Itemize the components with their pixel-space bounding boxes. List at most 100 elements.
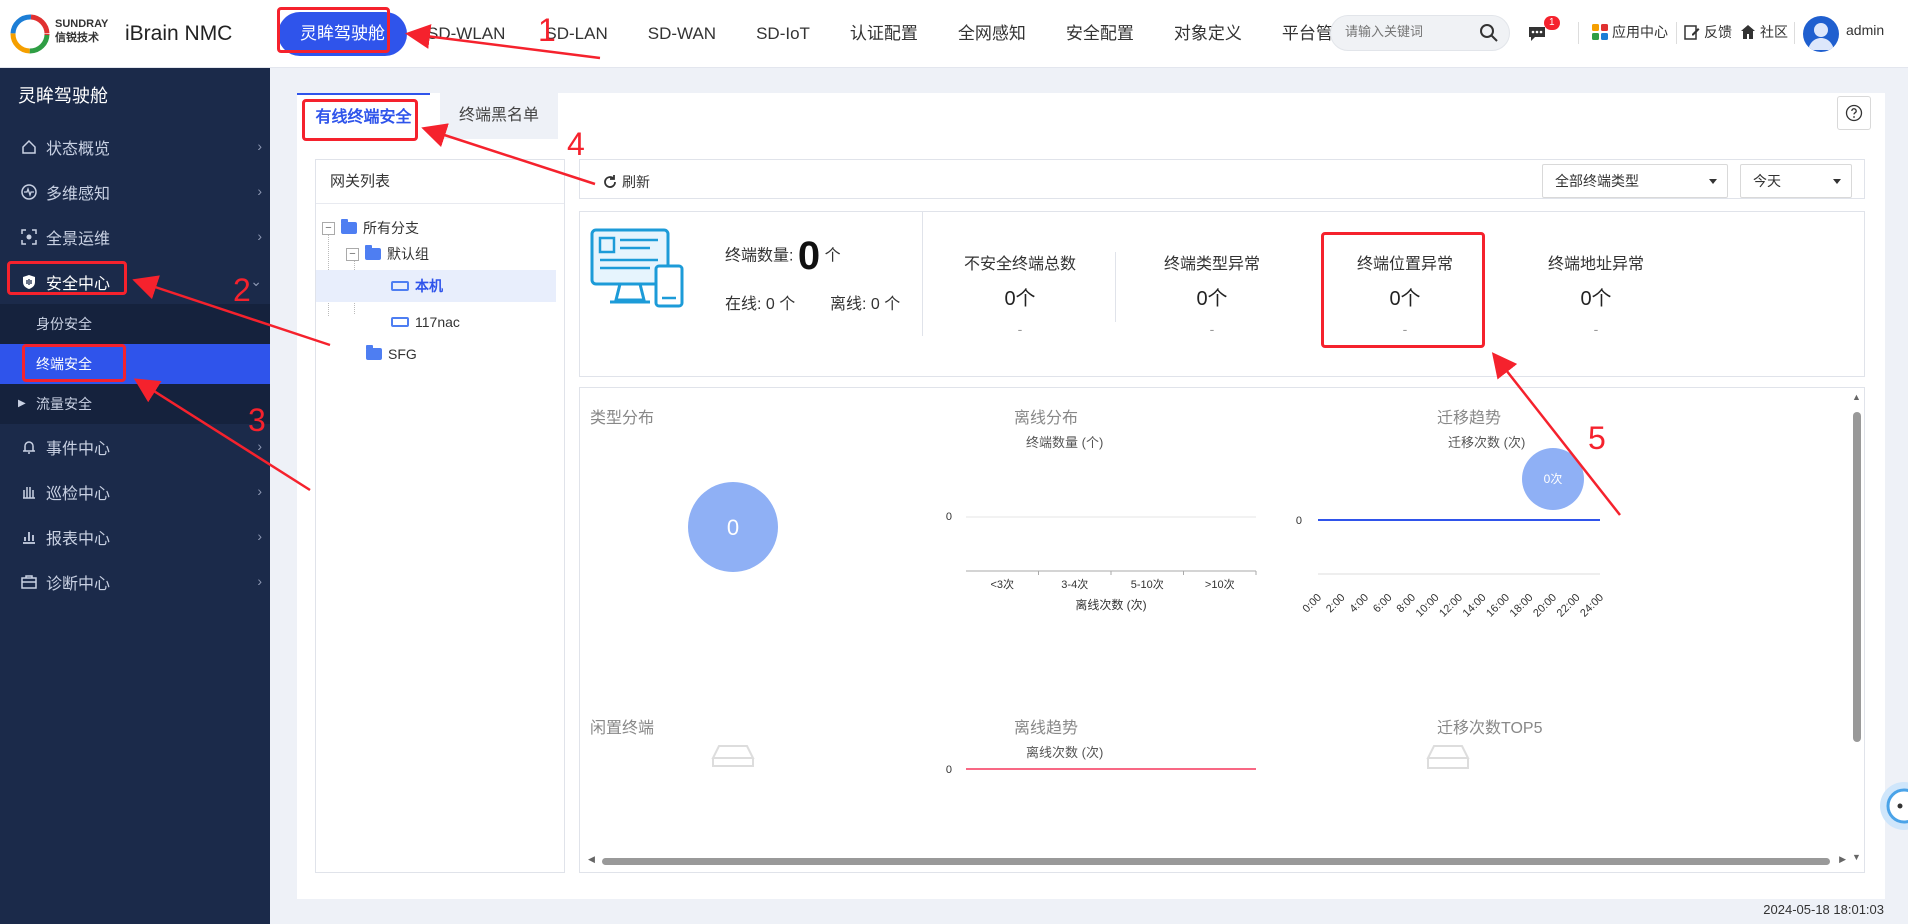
community-button[interactable]: 社区 (1740, 22, 1788, 42)
chevron-right-icon: › (257, 438, 262, 454)
sidebar-item-report-center[interactable]: 报表中心 › (0, 514, 270, 559)
y-tick-label: 0 (1296, 515, 1302, 527)
nav-sd-wan[interactable]: SD-WAN (628, 12, 736, 56)
time-range-value: 今天 (1753, 173, 1781, 189)
toolbox-icon (20, 573, 38, 591)
nav-network-awareness[interactable]: 全网感知 (938, 12, 1046, 56)
divider (1578, 22, 1579, 44)
logo-line-1: SUNDRAY (55, 18, 109, 30)
scroll-up-arrow-icon[interactable]: ▲ (1852, 392, 1861, 402)
x-tick-label: 16:00 (1484, 592, 1512, 620)
chevron-right-icon: › (257, 183, 262, 199)
x-tick-label: 4:00 (1347, 592, 1371, 616)
x-tick-label: 24:00 (1578, 592, 1606, 620)
tree-node-label: 117nac (415, 314, 460, 330)
stat-value: 0个 (1196, 288, 1228, 310)
help-button[interactable] (1837, 96, 1871, 130)
community-label: 社区 (1760, 24, 1788, 40)
scrollbar-thumb[interactable] (602, 858, 1830, 865)
time-range-select[interactable]: 今天 (1740, 164, 1852, 198)
app-center-label: 应用中心 (1612, 24, 1668, 40)
chevron-right-icon: › (257, 528, 262, 544)
scan-icon (20, 228, 38, 246)
tree-node-sfg[interactable]: SFG (366, 338, 417, 370)
nav-security-config[interactable]: 安全配置 (1046, 12, 1154, 56)
terminal-count: 终端数量: 0 个 (725, 234, 841, 279)
user-name[interactable]: admin (1846, 22, 1884, 38)
sidebar-item-label: 全景运维 (46, 230, 111, 248)
scroll-down-arrow-icon[interactable]: ▼ (1852, 852, 1861, 862)
tab-terminal-blacklist[interactable]: 终端黑名单 (440, 93, 558, 139)
annotation-number-4: 4 (567, 126, 585, 162)
sidebar-subitem-identity-security[interactable]: 身份安全 (0, 304, 270, 344)
bar-chart-icon (20, 528, 38, 546)
scroll-right-arrow-icon[interactable]: ▶ (1839, 854, 1846, 865)
tree-node-default-group[interactable]: − 默认组 (346, 238, 429, 270)
terminal-count-value: 0 (797, 234, 821, 278)
tree-node-local[interactable]: 本机 (316, 270, 556, 302)
feedback-label: 反馈 (1704, 24, 1732, 40)
stat-label: 不安全终端总数 (963, 256, 1076, 273)
empty-state-icon (711, 745, 755, 767)
x-tick-label: 6:00 (1371, 592, 1395, 616)
x-tick-label: 22:00 (1555, 592, 1583, 620)
collapse-icon[interactable]: − (322, 221, 335, 235)
edit-icon (1684, 25, 1700, 40)
tree-node-117nac[interactable]: 117nac (391, 306, 460, 338)
search-input[interactable] (1345, 24, 1475, 39)
vertical-scrollbar[interactable]: ▲ ▼ (1850, 392, 1862, 862)
online-count: 在线: 0 个 (725, 296, 796, 313)
sidebar-item-label: 事件中心 (46, 440, 111, 458)
caret-down-icon (1709, 179, 1717, 184)
caret-right-icon: ▶ (18, 398, 26, 409)
sidebar-item-label: 报表中心 (46, 530, 111, 548)
product-name: iBrain NMC (125, 22, 233, 45)
stat-address-anomaly: 终端地址异常 0个 - (1506, 250, 1686, 337)
sidebar-subitem-traffic-security[interactable]: ▶ 流量安全 (0, 384, 270, 424)
computer-icon (590, 228, 684, 308)
x-tick-label: 20:00 (1531, 592, 1559, 620)
search-icon[interactable] (1479, 23, 1499, 43)
terminal-count-unit: 个 (824, 247, 841, 265)
avatar[interactable] (1803, 16, 1839, 52)
horizontal-scrollbar[interactable]: ◀ ▶ (588, 854, 1846, 866)
help-icon (1845, 104, 1863, 122)
annotation-box-4 (302, 99, 418, 141)
sidebar-item-event-center[interactable]: 事件中心 › (0, 424, 270, 469)
divider (1115, 252, 1116, 322)
charts-panel: 类型分布 离线分布 终端数量 (个) 迁移趋势 迁移次数 (次) 闲置终端 离线… (579, 387, 1865, 873)
sidebar-item-label: 多维感知 (46, 185, 111, 203)
message-icon[interactable] (1528, 26, 1546, 42)
nav-auth-config[interactable]: 认证配置 (830, 12, 938, 56)
main-nav: 灵眸驾驶舱 SD-WLAN SD-LAN SD-WAN SD-IoT 认证配置 … (278, 10, 1370, 58)
scroll-left-arrow-icon[interactable]: ◀ (588, 854, 595, 865)
nav-sd-wlan[interactable]: SD-WLAN (407, 12, 525, 56)
gateway-list-title: 网关列表 (316, 160, 564, 204)
x-tick-label: 12:00 (1437, 592, 1465, 620)
divider (922, 212, 923, 336)
sidebar-item-label: 诊断中心 (46, 575, 111, 593)
sidebar-item-diagnosis-center[interactable]: 诊断中心 › (0, 559, 270, 604)
nav-sd-iot[interactable]: SD-IoT (736, 12, 830, 56)
empty-state-icon (1426, 745, 1470, 769)
nav-object-definition[interactable]: 对象定义 (1154, 12, 1262, 56)
sidebar-item-multidimensional[interactable]: 多维感知 › (0, 169, 270, 214)
stat-label: 终端地址异常 (1547, 256, 1644, 273)
x-tick-label: 3-4次 (1061, 577, 1088, 591)
assistant-bot-icon[interactable] (1876, 776, 1908, 836)
x-tick-label: <3次 (990, 577, 1014, 591)
stat-sub: - (1209, 321, 1215, 337)
sidebar-item-panorama-ops[interactable]: 全景运维 › (0, 214, 270, 259)
sidebar-item-inspection-center[interactable]: 巡检中心 › (0, 469, 270, 514)
sundray-logo (10, 14, 50, 54)
terminal-type-select[interactable]: 全部终端类型 (1542, 164, 1728, 198)
sidebar-item-status-overview[interactable]: 状态概览 › (0, 124, 270, 169)
app-center-button[interactable]: 应用中心 (1592, 22, 1668, 42)
divider (1676, 22, 1677, 44)
collapse-icon[interactable]: − (346, 247, 359, 261)
refresh-button[interactable]: 刷新 (602, 172, 650, 192)
feedback-button[interactable]: 反馈 (1684, 22, 1732, 42)
scrollbar-thumb[interactable] (1853, 412, 1861, 742)
stats-panel: 终端数量: 0 个 在线: 0 个 离线: 0 个 不安全终端总数 0个 - 终… (579, 211, 1865, 377)
sidebar-subitem-label: 流量安全 (36, 396, 92, 412)
